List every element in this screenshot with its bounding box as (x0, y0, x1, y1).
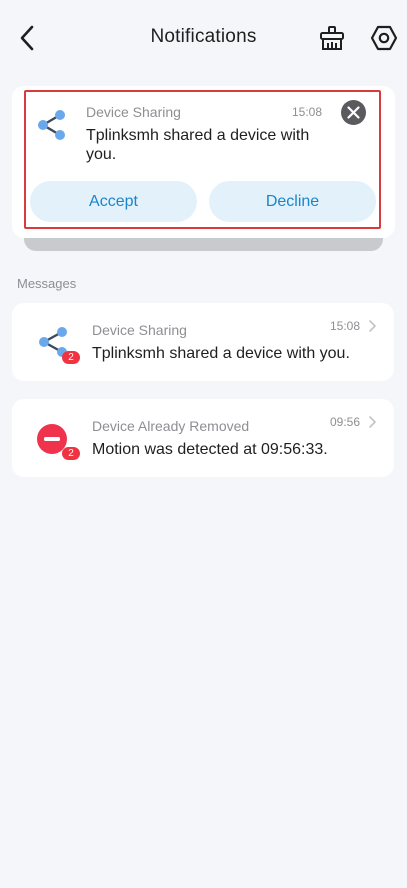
message-time: 15:08 (330, 319, 361, 333)
message-icon: 2 (36, 325, 80, 365)
message-text: Tplinksmh shared a device with you. (92, 345, 350, 362)
message-time: 09:56 (330, 415, 361, 429)
chevron-right-icon (369, 320, 376, 332)
message-icon: 2 (36, 421, 80, 461)
header: Notifications (0, 0, 407, 78)
message-item[interactable]: 2 Device Sharing 15:08 Tplinksmh shared … (12, 303, 394, 381)
unread-badge: 2 (62, 351, 80, 364)
chevron-right-icon (369, 416, 376, 428)
message-category: Device Already Removed (92, 418, 250, 434)
message-item[interactable]: 2 Device Already Removed 09:56 Motion wa… (12, 399, 394, 477)
highlight-box (24, 90, 381, 229)
broom-icon (320, 26, 344, 50)
unread-badge: 2 (62, 447, 80, 460)
message-text: Motion was detected at 09:56:33. (92, 441, 328, 458)
clean-button[interactable] (317, 22, 347, 54)
hexagon-gear-icon (370, 25, 398, 51)
messages-section-title: Messages (17, 276, 77, 291)
settings-button[interactable] (368, 22, 400, 54)
message-category: Device Sharing (92, 322, 187, 338)
